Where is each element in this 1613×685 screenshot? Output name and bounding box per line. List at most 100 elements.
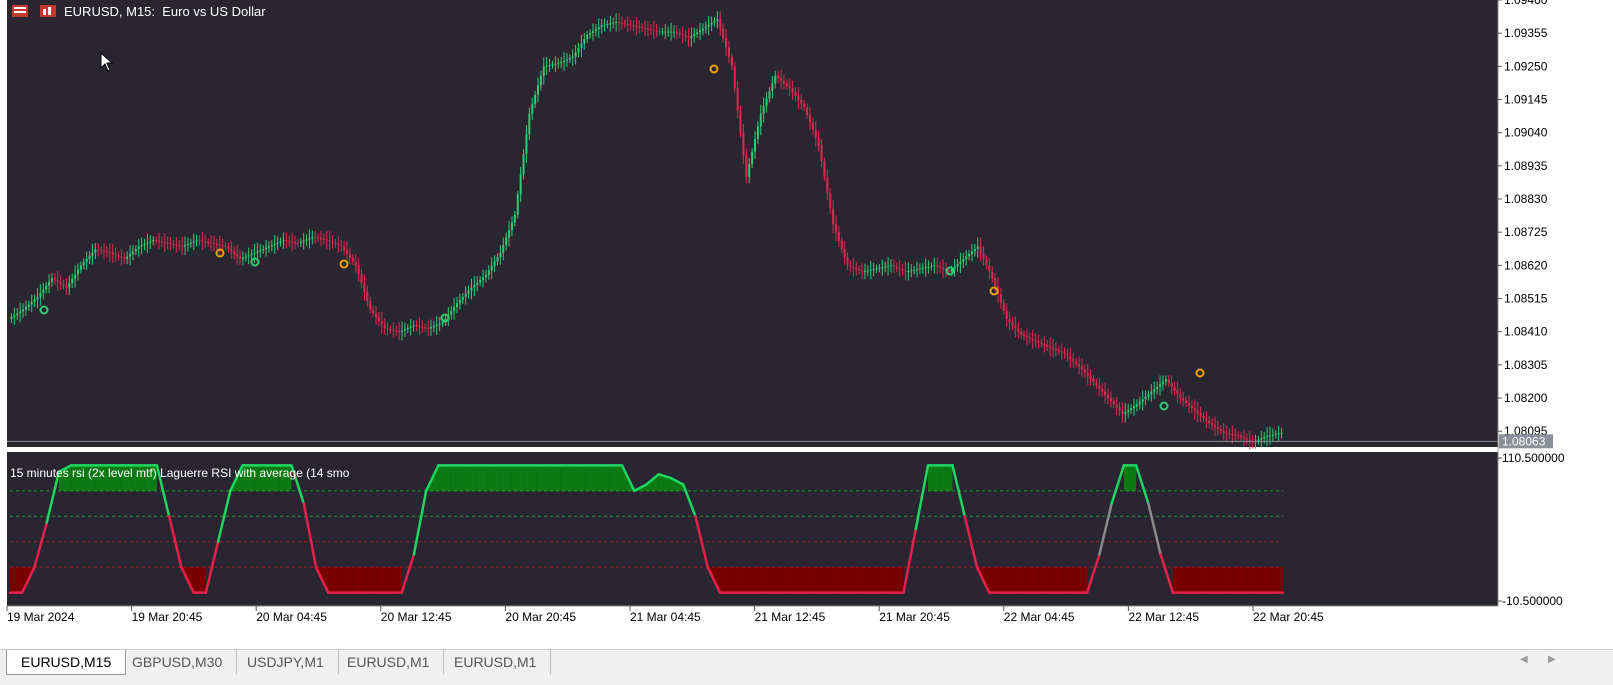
tab-gbpusd-m30[interactable]: GBPUSD,M30: [118, 650, 238, 674]
candle-body: [835, 224, 838, 233]
candle-body: [1017, 328, 1020, 332]
candle-body: [574, 52, 577, 57]
candle-body: [1187, 403, 1190, 406]
candle-body: [458, 300, 461, 304]
candle-body: [979, 246, 982, 253]
candle-body: [618, 22, 621, 24]
candle-body: [48, 281, 51, 286]
candle-body: [528, 113, 531, 134]
candle-body: [690, 36, 693, 38]
candle-body: [293, 241, 296, 243]
candle-body: [855, 267, 858, 270]
candle-body: [487, 270, 490, 275]
chart-window[interactable]: 1.09460 1.09355 1.09250 1.09145 1.09040 1.089…: [0, 0, 1613, 681]
time-tick-label: 21 Mar 12:45: [755, 610, 826, 624]
candle-body: [539, 75, 542, 86]
tab-eurusd-m1-2[interactable]: EURUSD,M1: [440, 650, 552, 674]
candle-body: [334, 242, 337, 244]
oversold-fill: [1234, 567, 1247, 593]
candle-body: [635, 25, 638, 27]
candle-body: [953, 266, 956, 270]
candle-body: [554, 63, 557, 65]
tab-usdjpy-m1[interactable]: USDJPY,M1: [233, 650, 339, 674]
overbought-fill: [597, 465, 610, 491]
candle-body: [959, 261, 962, 265]
candle-body: [913, 269, 916, 271]
chart-canvas[interactable]: 1.09460 1.09355 1.09250 1.09145 1.09040 1.089…: [0, 0, 1613, 680]
candle-body: [1014, 325, 1017, 329]
indicator-tick-label: -10.500000: [1502, 594, 1563, 608]
candle-body: [655, 30, 658, 32]
candle-body: [999, 294, 1002, 303]
candle-body: [30, 302, 33, 305]
candle-body: [973, 248, 976, 252]
candle-body: [603, 24, 606, 26]
candle-body: [768, 90, 771, 99]
oversold-fill: [866, 567, 880, 593]
candle-body: [126, 256, 129, 260]
candle-body: [473, 284, 476, 288]
candle-body: [641, 27, 644, 29]
candle-body: [412, 325, 415, 327]
candle-body: [756, 126, 759, 139]
candle-body: [1069, 356, 1072, 359]
candle-body: [733, 66, 736, 89]
candle-body: [843, 248, 846, 258]
candle-body: [386, 328, 389, 330]
candle-body: [667, 31, 670, 33]
trade-panel-icon[interactable]: [40, 4, 56, 17]
candle-body: [493, 261, 496, 266]
candle-body: [221, 245, 224, 247]
candle-body: [1170, 382, 1173, 387]
tab-eurusd-m1[interactable]: EURUSD,M1: [333, 650, 445, 674]
candle-body: [239, 256, 242, 260]
tab-eurusd-m15[interactable]: EURUSD,M15: [6, 650, 127, 675]
candle-body: [1109, 398, 1112, 402]
oversold-fill: [1001, 567, 1014, 593]
overbought-fill: [524, 465, 537, 491]
candle-body: [1095, 382, 1098, 386]
candle-body: [1228, 433, 1231, 435]
oversold-fill: [340, 567, 353, 593]
candle-body: [1092, 379, 1095, 383]
candle-body: [1037, 341, 1040, 343]
candle-body: [1046, 344, 1049, 347]
candle-body: [490, 265, 493, 271]
candle-body: [898, 267, 901, 270]
tab-scroll-right-icon[interactable]: ▶: [1548, 654, 1556, 665]
candle-body: [901, 269, 904, 271]
candle-body: [785, 83, 788, 86]
candle-body: [797, 96, 800, 100]
time-tick-label: 22 Mar 12:45: [1128, 610, 1199, 624]
oversold-fill: [744, 567, 757, 593]
oversold-fill: [793, 567, 806, 593]
candle-body: [696, 32, 699, 35]
chart-list-icon[interactable]: [12, 4, 28, 17]
tab-scroll-left-icon[interactable]: ◀: [1520, 654, 1528, 665]
candle-body: [904, 270, 907, 272]
candle-body: [366, 291, 369, 301]
candle-body: [224, 245, 227, 247]
candle-body: [513, 214, 516, 223]
candle-body: [1219, 428, 1222, 431]
candle-body: [166, 242, 169, 244]
candle-body: [1234, 434, 1237, 436]
candle-body: [85, 259, 88, 263]
candle-body: [1271, 434, 1274, 436]
candle-body: [722, 28, 725, 38]
candle-body: [1167, 379, 1170, 383]
candle-body: [1028, 337, 1031, 339]
candle-body: [322, 238, 325, 240]
price-pane[interactable]: [7, 0, 1498, 450]
candle-body: [846, 257, 849, 266]
candle-body: [1260, 438, 1263, 440]
candle-body: [288, 240, 291, 242]
candle-body: [875, 268, 878, 270]
candle-body: [241, 257, 244, 260]
candle-body: [1237, 435, 1240, 437]
candle-body: [1104, 391, 1107, 395]
candle-body: [560, 61, 563, 64]
oversold-fill: [891, 567, 904, 593]
candle-body: [114, 253, 117, 256]
candle-body: [519, 174, 522, 195]
